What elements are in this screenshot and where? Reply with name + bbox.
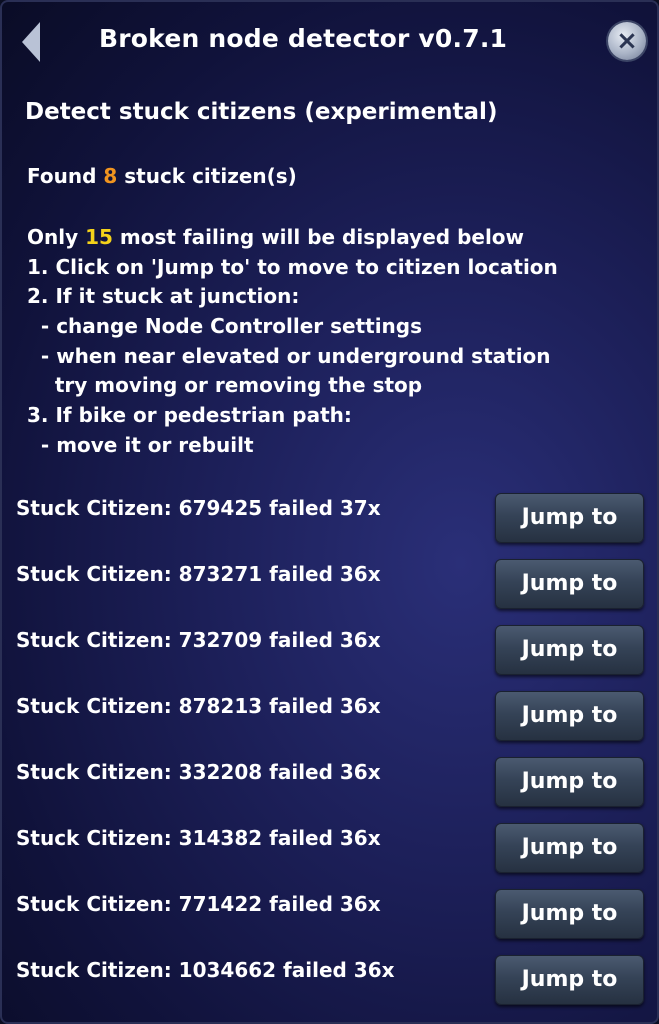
found-prefix: Found xyxy=(27,164,104,188)
citizen-label: Stuck Citizen: 732709 failed 36x xyxy=(16,628,381,652)
jump-to-button[interactable]: Jump to xyxy=(495,823,644,873)
instruction-line: 3. If bike or pedestrian path: xyxy=(27,403,352,428)
citizen-label: Stuck Citizen: 314382 failed 36x xyxy=(16,826,381,850)
display-limit-count: 15 xyxy=(85,225,113,249)
jump-to-button[interactable]: Jump to xyxy=(495,559,644,609)
citizen-row: Stuck Citizen: 732709 failed 36x Jump to xyxy=(2,625,657,685)
citizen-label: Stuck Citizen: 1034662 failed 36x xyxy=(16,958,395,982)
instruction-line: try moving or removing the stop xyxy=(27,373,423,398)
instruction-line: Only 15 most failing will be displayed b… xyxy=(27,223,558,253)
citizen-row: Stuck Citizen: 873271 failed 36x Jump to xyxy=(2,559,657,619)
found-count: 8 xyxy=(103,164,118,188)
instructions: Only 15 most failing will be displayed b… xyxy=(27,223,558,461)
back-arrow-icon[interactable] xyxy=(22,22,40,62)
citizen-row: Stuck Citizen: 1034662 failed 36x Jump t… xyxy=(2,955,657,1015)
display-limit-prefix: Only xyxy=(27,225,86,249)
citizen-row: Stuck Citizen: 878213 failed 36x Jump to xyxy=(2,691,657,751)
citizen-row: Stuck Citizen: 679425 failed 37x Jump to xyxy=(2,493,657,553)
jump-to-button[interactable]: Jump to xyxy=(495,889,644,939)
citizen-row: Stuck Citizen: 771422 failed 36x Jump to xyxy=(2,889,657,949)
citizen-label: Stuck Citizen: 873271 failed 36x xyxy=(16,562,381,586)
citizen-row: Stuck Citizen: 332208 failed 36x Jump to xyxy=(2,757,657,817)
display-limit-suffix: most failing will be displayed below xyxy=(112,225,525,249)
jump-to-button[interactable]: Jump to xyxy=(495,625,644,675)
jump-to-button[interactable]: Jump to xyxy=(495,955,644,1005)
instruction-line: - when near elevated or underground stat… xyxy=(27,343,551,368)
instruction-line: 1. Click on 'Jump to' to move to citizen… xyxy=(27,254,558,279)
found-count-text: Found 8 stuck citizen(s) xyxy=(27,164,297,188)
citizen-label: Stuck Citizen: 878213 failed 36x xyxy=(16,694,381,718)
jump-to-button[interactable]: Jump to xyxy=(495,493,644,543)
citizen-label: Stuck Citizen: 332208 failed 36x xyxy=(16,760,381,784)
instruction-line: - change Node Controller settings xyxy=(27,314,423,339)
window-title: Broken node detector v0.7.1 xyxy=(99,24,508,53)
found-suffix: stuck citizen(s) xyxy=(117,164,297,188)
citizen-label: Stuck Citizen: 679425 failed 37x xyxy=(16,496,381,520)
jump-to-button[interactable]: Jump to xyxy=(495,757,644,807)
citizen-row: Stuck Citizen: 314382 failed 36x Jump to xyxy=(2,823,657,883)
close-button[interactable]: × xyxy=(608,22,646,60)
title-bar[interactable]: Broken node detector v0.7.1 × xyxy=(2,2,657,82)
instruction-line: 2. If it stuck at junction: xyxy=(27,284,300,309)
broken-node-detector-panel: Broken node detector v0.7.1 × Detect stu… xyxy=(0,0,659,1024)
close-icon: × xyxy=(616,26,638,56)
citizen-label: Stuck Citizen: 771422 failed 36x xyxy=(16,892,381,916)
jump-to-button[interactable]: Jump to xyxy=(495,691,644,741)
instruction-line: - move it or rebuilt xyxy=(27,432,254,457)
section-title: Detect stuck citizens (experimental) xyxy=(25,99,498,125)
